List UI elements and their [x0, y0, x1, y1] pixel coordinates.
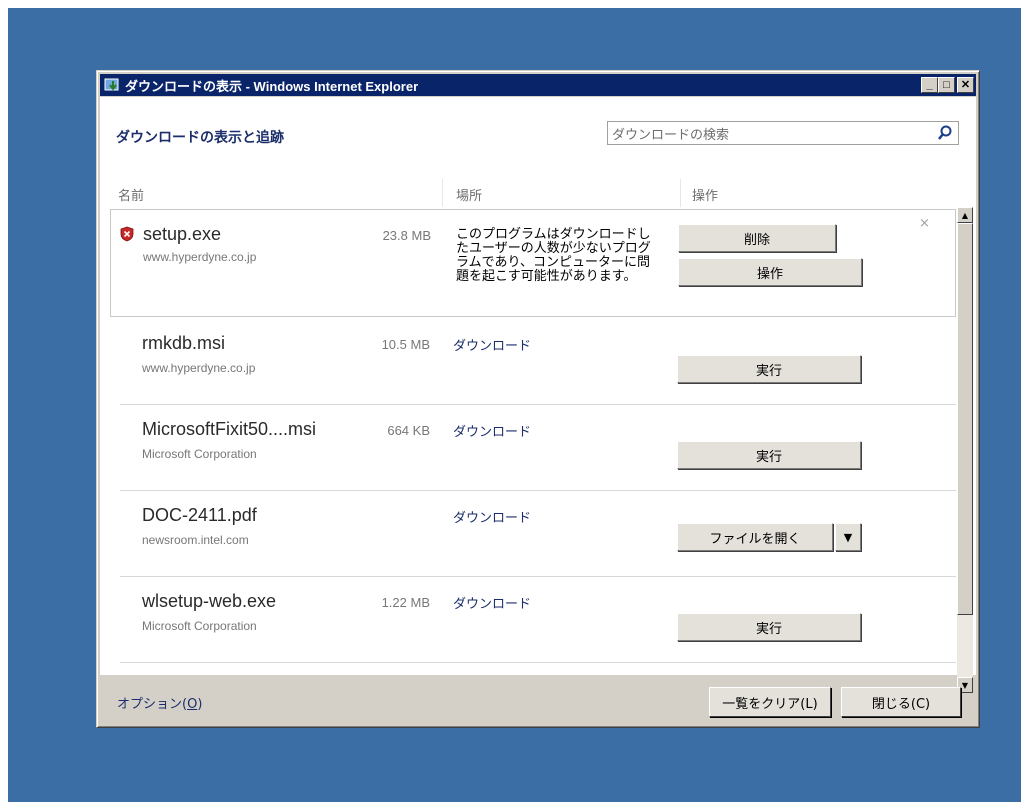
file-source: Microsoft Corporation — [142, 619, 257, 633]
file-source: newsroom.intel.com — [142, 533, 249, 547]
security-warning-text: このプログラムはダウンロードしたユーザーの人数が少ないプログラムであり、コンピュ… — [456, 227, 651, 284]
open-file-button[interactable]: ファイルを開く — [677, 523, 833, 551]
page-title: ダウンロードの表示と追跡 — [116, 130, 284, 146]
file-size: 23.8 MB — [382, 228, 431, 243]
file-location-link[interactable]: ダウンロード — [453, 335, 531, 354]
file-location-link[interactable]: ダウンロード — [453, 507, 531, 526]
ie-download-icon — [104, 77, 122, 93]
file-location-link[interactable]: ダウンロード — [453, 421, 531, 440]
options-link[interactable]: オプション(O) — [117, 693, 202, 712]
scroll-thumb[interactable] — [957, 223, 973, 615]
chevron-down-icon[interactable]: ▼ — [835, 523, 861, 551]
row-divider — [120, 662, 956, 663]
desktop-background: ダウンロードの表示 - Windows Internet Explorer _ … — [8, 8, 1021, 802]
delete-button[interactable]: 削除 — [678, 224, 836, 252]
list-item[interactable]: MicrosoftFixit50....msi Microsoft Corpor… — [100, 405, 956, 491]
list-item[interactable]: DOC-2411.pdf newsroom.intel.com ダウンロード フ… — [100, 491, 956, 577]
clear-list-button[interactable]: 一覧をクリア(L) — [709, 687, 831, 717]
search-placeholder: ダウンロードの検索 — [612, 127, 730, 143]
list-item[interactable]: rmkdb.msi www.hyperdyne.co.jp 10.5 MB ダウ… — [100, 319, 956, 405]
file-source: www.hyperdyne.co.jp — [142, 361, 256, 375]
dismiss-icon[interactable]: × — [919, 216, 930, 231]
file-source: www.hyperdyne.co.jp — [143, 250, 257, 264]
file-name: wlsetup-web.exe — [142, 591, 277, 611]
downloads-window: ダウンロードの表示 - Windows Internet Explorer _ … — [96, 70, 980, 728]
column-location[interactable]: 場所 — [456, 185, 482, 204]
file-name: setup.exe — [143, 224, 222, 244]
shield-warning-icon — [119, 226, 135, 242]
file-name: DOC-2411.pdf — [142, 505, 257, 525]
list-item[interactable]: wlsetup-web.exe Microsoft Corporation 1.… — [100, 577, 956, 663]
run-button[interactable]: 実行 — [677, 613, 861, 641]
actions-button[interactable]: 操作 — [678, 258, 862, 286]
options-accesskey: O — [187, 697, 198, 712]
options-label: オプション( — [117, 697, 188, 712]
file-size: 664 KB — [387, 423, 430, 438]
column-headers: 名前 場所 操作 — [100, 179, 952, 207]
downloads-list: setup.exe www.hyperdyne.co.jp 23.8 MB この… — [100, 207, 956, 685]
options-label-close: ) — [197, 697, 203, 712]
file-name: rmkdb.msi — [142, 333, 226, 353]
file-name: MicrosoftFixit50....msi — [142, 419, 317, 439]
file-size: 10.5 MB — [381, 337, 430, 352]
column-name[interactable]: 名前 — [118, 185, 144, 204]
search-icon[interactable] — [936, 124, 954, 142]
vertical-scrollbar[interactable]: ▲ ▼ — [957, 207, 973, 693]
column-action[interactable]: 操作 — [692, 185, 718, 204]
file-location-link[interactable]: ダウンロード — [453, 593, 531, 612]
column-separator — [680, 179, 681, 207]
minimize-button[interactable]: _ — [921, 77, 938, 93]
downloads-panel: ダウンロードの表示と追跡 ダウンロードの検索 名前 場所 操作 setup.ex… — [100, 97, 976, 693]
maximize-button[interactable]: □ — [938, 77, 955, 93]
run-button[interactable]: 実行 — [677, 441, 861, 469]
window-title: ダウンロードの表示 - Windows Internet Explorer — [125, 78, 419, 94]
title-bar[interactable]: ダウンロードの表示 - Windows Internet Explorer _ … — [100, 74, 976, 96]
file-size: 1.22 MB — [381, 595, 430, 610]
run-button[interactable]: 実行 — [677, 355, 861, 383]
file-source: Microsoft Corporation — [142, 447, 257, 461]
column-separator — [442, 179, 443, 207]
list-item[interactable]: setup.exe www.hyperdyne.co.jp 23.8 MB この… — [110, 209, 956, 317]
window-controls: _ □ ✕ — [921, 77, 974, 93]
footer-bar: オプション(O) 一覧をクリア(L) 閉じる(C) — [97, 675, 979, 727]
scroll-up-button[interactable]: ▲ — [957, 207, 973, 223]
close-dialog-button[interactable]: 閉じる(C) — [841, 687, 961, 717]
search-input[interactable]: ダウンロードの検索 — [607, 121, 959, 145]
close-button[interactable]: ✕ — [957, 77, 974, 93]
